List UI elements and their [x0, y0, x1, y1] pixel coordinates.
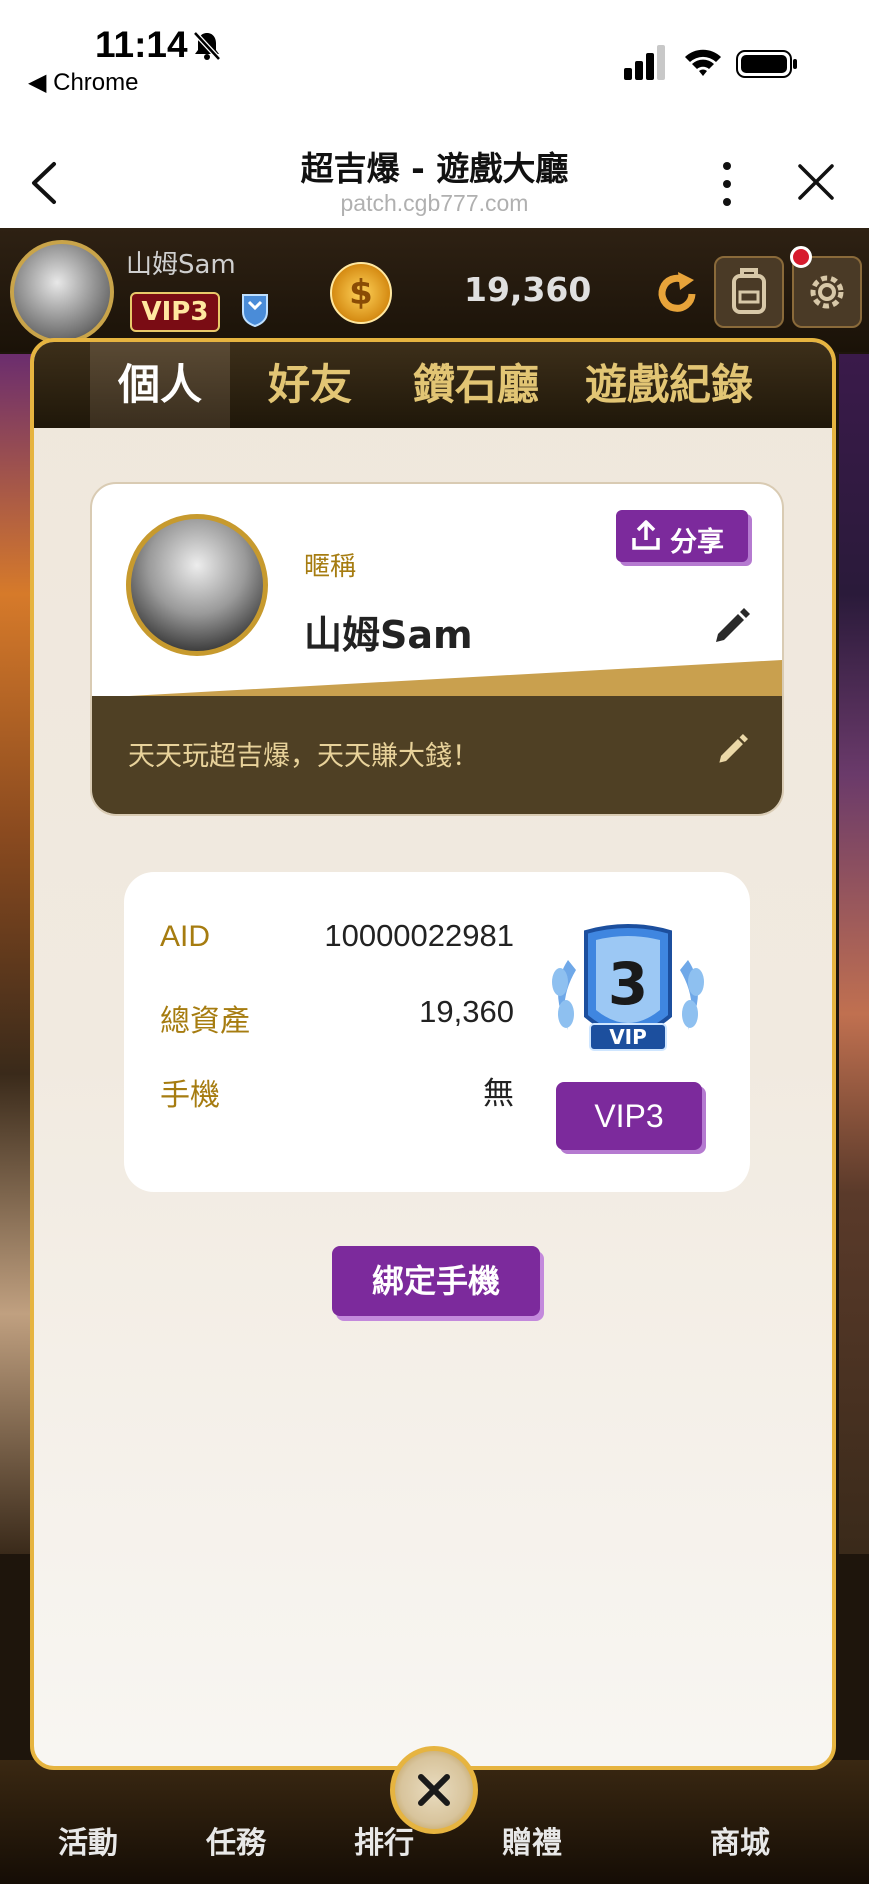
total-assets-value: 19,360: [419, 994, 514, 1029]
backpack-icon: [732, 268, 766, 314]
page-title: 超吉爆 - 遊戲大廳: [300, 149, 569, 188]
nav-item-shop[interactable]: 商城: [710, 1818, 770, 1862]
status-time: 11:14: [95, 24, 188, 65]
tab-game-records[interactable]: 遊戲紀錄: [574, 342, 764, 428]
more-options-icon[interactable]: [716, 160, 738, 208]
profile-dialog: 個人 好友 鑽石廳 遊戲紀錄 暱稱 山姆Sam 分享 天天玩超吉爆，天天賺大錢！: [30, 338, 836, 1770]
pencil-icon[interactable]: [712, 608, 750, 646]
svg-text:3: 3: [608, 950, 648, 1018]
browser-header: 超吉爆 - 遊戲大廳 patch.cgb777.com: [0, 110, 869, 228]
tab-personal[interactable]: 個人: [90, 342, 230, 428]
nav-item-events[interactable]: 活動: [58, 1818, 118, 1862]
status-bar: 11:14 ◀ Chrome: [0, 0, 869, 110]
refresh-icon[interactable]: [654, 272, 700, 316]
motto-text: 天天玩超吉爆，天天賺大錢！: [128, 741, 479, 772]
nav-item-ranking[interactable]: 排行: [354, 1818, 414, 1862]
tab-diamond-hall[interactable]: 鑽石廳: [392, 342, 560, 428]
aid-value: 10000022981: [324, 918, 514, 953]
nickname-label: 暱稱: [304, 552, 357, 582]
wifi-icon: [685, 49, 721, 76]
coin-icon: $: [330, 262, 392, 324]
close-icon[interactable]: [796, 162, 836, 202]
gear-icon: [810, 275, 844, 309]
bind-phone-button[interactable]: 綁定手機: [332, 1246, 540, 1316]
pencil-icon[interactable]: [716, 734, 748, 766]
share-button[interactable]: 分享: [616, 510, 748, 562]
share-label: 分享: [670, 527, 724, 558]
tab-friends[interactable]: 好友: [250, 342, 370, 428]
bell-off-icon: [193, 31, 221, 61]
game-username: 山姆Sam: [126, 250, 236, 280]
nickname-value: 山姆Sam: [304, 613, 473, 657]
vip-medal-icon: 3 VIP: [552, 924, 704, 1051]
tab-bar: 個人 好友 鑽石廳 遊戲紀錄: [34, 342, 832, 428]
back-to-app-link[interactable]: ◀ Chrome: [28, 68, 138, 97]
notification-dot: [790, 246, 812, 268]
cellular-signal-icon: [624, 45, 665, 80]
account-info-card: AID 10000022981 總資產 19,360 手機 無 3 VIP VI…: [124, 872, 750, 1192]
close-icon: [418, 1774, 450, 1806]
card-divider: [92, 660, 782, 700]
profile-card: 暱稱 山姆Sam 分享 天天玩超吉爆，天天賺大錢！: [90, 482, 784, 816]
close-dialog-button[interactable]: [390, 1746, 478, 1834]
shield-icon: [242, 294, 268, 328]
nav-item-gifts[interactable]: 贈禮: [502, 1818, 562, 1862]
background-decoration: [839, 354, 869, 1554]
coin-balance: 19,360: [464, 270, 592, 309]
phone-value: 無: [483, 1076, 514, 1111]
aid-label: AID: [160, 920, 211, 953]
avatar[interactable]: [10, 240, 114, 344]
share-icon: [632, 520, 660, 550]
vip-level-button[interactable]: VIP3: [556, 1082, 702, 1150]
phone-label: 手機: [160, 1079, 220, 1112]
nav-item-tasks[interactable]: 任務: [206, 1818, 266, 1862]
battery-icon: [736, 50, 797, 78]
svg-text:VIP: VIP: [609, 1025, 647, 1049]
game-top-bar: 山姆Sam VIP3 $ 19,360: [0, 228, 869, 352]
page-url: patch.cgb777.com: [340, 190, 529, 216]
backpack-button[interactable]: [714, 256, 784, 328]
avatar[interactable]: [126, 514, 268, 656]
vip-badge: VIP3: [130, 292, 220, 332]
total-assets-label: 總資產: [160, 1005, 250, 1038]
